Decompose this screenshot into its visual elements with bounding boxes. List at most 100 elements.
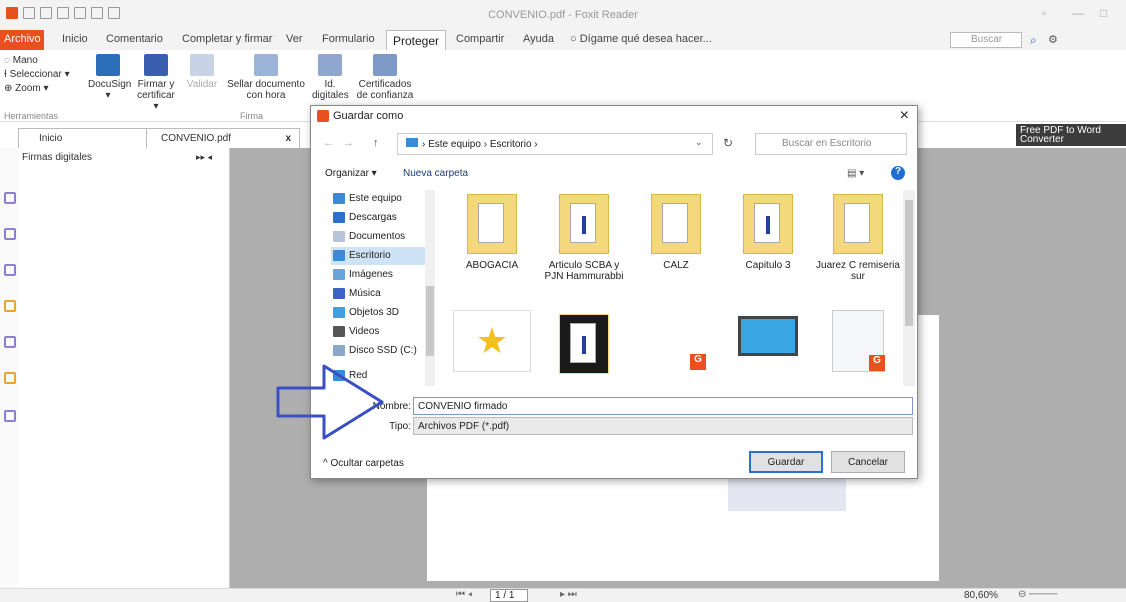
save-button[interactable]: Guardar	[749, 451, 823, 473]
file-item-articulo-scba[interactable]: Articulo SCBA y PJN Hammurabbi	[541, 190, 627, 282]
menu-compartir[interactable]: Compartir	[456, 33, 504, 45]
organize-menu[interactable]: Organizar ▾	[325, 168, 377, 179]
collapse-panel-icon[interactable]: ▸▸ ◂	[196, 152, 212, 163]
firmar-certificar-button[interactable]: Firmar y certificar ▾	[134, 54, 178, 112]
first-page-icon[interactable]: ⏮ ◂	[456, 589, 472, 600]
folder-icon	[743, 194, 793, 254]
zoom-out-icon[interactable]: ⊖ ────	[1018, 589, 1058, 600]
file-item-juarez[interactable]: Juarez C remiseria sur	[815, 190, 901, 282]
tree-item-escritorio[interactable]: Escritorio	[331, 247, 427, 265]
star-icon: ★	[453, 310, 531, 372]
file-item-capitulo-3[interactable]: Capitulo 3	[725, 190, 811, 271]
file-item-calz[interactable]: CALZ	[633, 190, 719, 271]
select-tool[interactable]: Ɨ Seleccionar ▾	[4, 68, 70, 82]
tree-item-documentos[interactable]: Documentos	[331, 228, 405, 246]
tree-item-videos[interactable]: Videos	[331, 323, 379, 341]
file-item-folder-dark[interactable]	[541, 310, 627, 380]
cancel-button[interactable]: Cancelar	[831, 451, 905, 473]
file-item-computer[interactable]	[725, 310, 811, 356]
dialog-search-input[interactable]: Buscar en Escritorio	[755, 133, 907, 155]
filetype-select[interactable]: Archivos PDF (*.pdf)	[413, 417, 913, 435]
file-item-doc[interactable]: G	[815, 310, 901, 372]
menu-inicio[interactable]: Inicio	[62, 33, 88, 45]
lightbulb-icon: ○	[570, 33, 580, 45]
certificados-button[interactable]: Certificados de confianza	[354, 54, 416, 101]
tree-item-disco-ssd[interactable]: Disco SSD (C:)	[331, 342, 417, 360]
menu-ayuda[interactable]: Ayuda	[523, 33, 554, 45]
settings-icon[interactable]: ⚙	[1048, 33, 1058, 46]
dialog-title: Guardar como	[333, 110, 404, 122]
zoom-tool[interactable]: ⊕ Zoom ▾	[4, 82, 70, 96]
close-dialog-icon[interactable]: ×	[900, 107, 909, 125]
tree-item-musica[interactable]: Música	[331, 285, 381, 303]
file-scrollbar[interactable]	[903, 190, 915, 386]
breadcrumb-este-equipo[interactable]: Este equipo	[428, 139, 481, 150]
breadcrumb-escritorio[interactable]: Escritorio	[490, 139, 532, 150]
forward-icon[interactable]: →	[343, 137, 354, 149]
page-number-input[interactable]: 1 / 1	[490, 589, 528, 602]
zoom-level[interactable]: 80,60%	[964, 590, 998, 601]
tell-me-search[interactable]: ○ Dígame qué desea hacer...	[570, 33, 712, 45]
download-icon	[333, 212, 345, 223]
file-scroll-thumb[interactable]	[905, 200, 913, 326]
hand-tool[interactable]: ◌ Mano	[4, 54, 70, 68]
signature-panel-icon[interactable]	[4, 410, 16, 422]
music-icon	[333, 288, 345, 299]
tree-scrollbar[interactable]	[425, 190, 435, 386]
foxit-dialog-icon	[317, 110, 329, 122]
timestamp-icon	[254, 54, 278, 76]
menu-proteger[interactable]: Proteger	[386, 30, 447, 51]
file-item-star[interactable]: ★	[449, 310, 535, 372]
ids-digitales-button[interactable]: Id. digitales	[312, 54, 349, 101]
attachment-icon[interactable]	[4, 336, 16, 348]
tree-item-este-equipo[interactable]: Este equipo	[331, 190, 402, 208]
drive-icon	[333, 345, 345, 356]
foxit-badge-icon: G	[690, 354, 706, 370]
restore-icon[interactable]: ▫	[1042, 6, 1046, 20]
validar-button[interactable]: Validar	[184, 54, 220, 90]
title-bar: CONVENIO.pdf - Foxit Reader ▫ — □	[0, 0, 1126, 30]
close-tab-icon[interactable]: x	[285, 133, 291, 144]
menu-archivo[interactable]: Archivo	[0, 30, 44, 50]
search-icon[interactable]: ⌕	[1030, 33, 1037, 48]
tree-item-imagenes[interactable]: Imágenes	[331, 266, 393, 284]
address-dropdown-icon[interactable]: ⌄	[695, 137, 703, 148]
docusign-button[interactable]: DocuSign ▾	[88, 54, 131, 101]
bookmark-icon[interactable]	[4, 192, 16, 204]
tab-inicio[interactable]: Inicio	[18, 128, 148, 148]
minimize-icon[interactable]: —	[1072, 6, 1084, 20]
help-icon[interactable]: ?	[891, 166, 905, 180]
video-icon	[333, 326, 345, 337]
tab-convenio[interactable]: CONVENIO.pdf x	[146, 128, 300, 148]
validate-icon	[190, 54, 214, 76]
next-page-icon[interactable]: ▸ ⏭	[560, 589, 577, 600]
back-icon[interactable]: ←	[323, 137, 334, 149]
menu-ver[interactable]: Ver	[286, 33, 303, 45]
search-input[interactable]: Buscar	[950, 32, 1022, 48]
tree-item-descargas[interactable]: Descargas	[331, 209, 397, 227]
tree-item-objetos-3d[interactable]: Objetos 3D	[331, 304, 399, 322]
pages-icon[interactable]	[4, 228, 16, 240]
maximize-icon[interactable]: □	[1100, 6, 1107, 20]
docusign-icon	[96, 54, 120, 76]
refresh-icon[interactable]: ↻	[723, 136, 733, 150]
hide-folders-toggle[interactable]: ^ Ocultar carpetas	[323, 458, 404, 469]
new-folder-button[interactable]: Nueva carpeta	[403, 168, 468, 179]
menu-formulario[interactable]: Formulario	[322, 33, 375, 45]
foxit-badge-icon: G	[869, 355, 885, 371]
security-icon[interactable]	[4, 372, 16, 384]
file-item-pdf[interactable]: G	[633, 310, 719, 370]
view-options-icon[interactable]: ▤ ▾	[847, 168, 864, 179]
file-item-abogacia[interactable]: ABOGACIA	[449, 190, 535, 271]
filename-input[interactable]: CONVENIO firmado	[413, 397, 913, 415]
menu-comentario[interactable]: Comentario	[106, 33, 163, 45]
tree-scroll-thumb[interactable]	[426, 286, 434, 356]
layers-icon[interactable]	[4, 264, 16, 276]
hand-icon: ◌	[4, 55, 13, 66]
address-bar[interactable]: › Este equipo › Escritorio ›	[397, 133, 713, 155]
up-icon[interactable]: ↑	[373, 137, 379, 149]
menu-completar-firmar[interactable]: Completar y firmar	[182, 33, 272, 45]
pdf-to-word-ad[interactable]: Free PDF to Word Converter	[1016, 124, 1126, 146]
comments-icon[interactable]	[4, 300, 16, 312]
sellar-documento-button[interactable]: Sellar documento con hora	[224, 54, 308, 101]
